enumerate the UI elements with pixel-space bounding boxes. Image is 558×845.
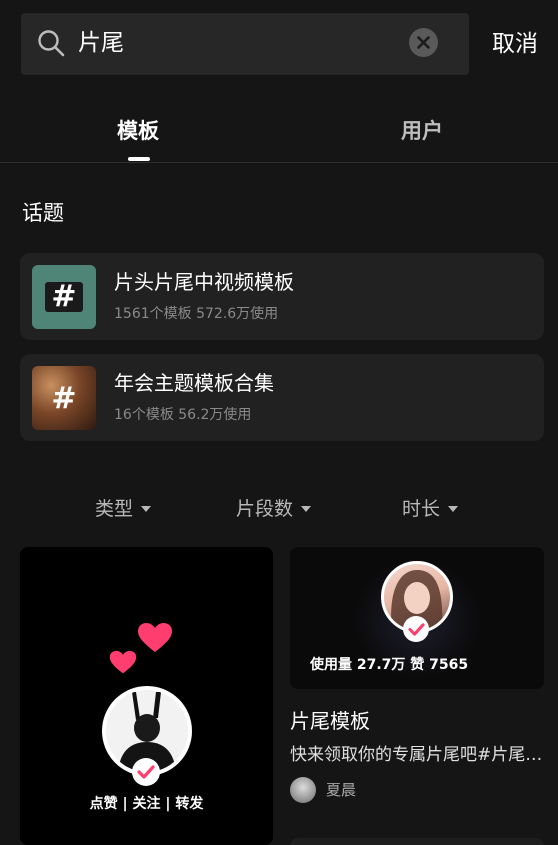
- tab-users[interactable]: 用户: [401, 116, 443, 146]
- heart-icon: [138, 623, 172, 652]
- topic-meta: 1561个模板 572.6万使用: [114, 306, 279, 322]
- section-title-topics: 话题: [22, 201, 64, 225]
- tab-templates[interactable]: 模板: [117, 116, 159, 146]
- check-icon: [132, 758, 160, 786]
- filter-type-dropdown[interactable]: 类型: [95, 495, 152, 523]
- caret-down-icon: [301, 506, 312, 512]
- usage-stats: 使用量 27.7万 赞 7565: [310, 657, 469, 673]
- check-icon: [403, 616, 429, 642]
- cancel-button[interactable]: 取消: [492, 28, 538, 60]
- topic-card[interactable]: # 年会主题模板合集 16个模板 56.2万使用: [20, 354, 544, 441]
- active-tab-indicator: [128, 157, 150, 161]
- divider: [0, 162, 558, 163]
- filter-label: 类型: [95, 498, 134, 520]
- hashtag-icon: #: [32, 265, 96, 329]
- caret-down-icon: [448, 506, 459, 512]
- search-query-text[interactable]: 片尾: [78, 28, 124, 58]
- search-icon: [38, 30, 65, 57]
- author-avatar[interactable]: [290, 777, 316, 803]
- hashtag-icon: #: [51, 380, 77, 416]
- caret-down-icon: [141, 506, 152, 512]
- template-description: 快来领取你的专属片尾吧#片尾#关注: [290, 745, 546, 765]
- filter-segments-dropdown[interactable]: 片段数: [236, 495, 312, 523]
- topic-card[interactable]: # 片头片尾中视频模板 1561个模板 572.6万使用: [20, 253, 544, 340]
- topic-title: 片头片尾中视频模板: [114, 270, 294, 294]
- template-caption: 点赞 | 关注 | 转发: [89, 796, 204, 812]
- template-card-thumbnail[interactable]: 使用量 27.7万 赞 7565: [290, 547, 544, 689]
- topic-thumbnail: #: [32, 366, 96, 430]
- filter-label: 时长: [402, 498, 441, 520]
- filter-label: 片段数: [236, 498, 294, 520]
- search-results-page: 片尾 取消 模板 用户 话题 # 片头片尾中视频模板 1561个模板 572.6…: [0, 0, 558, 845]
- template-card[interactable]: [290, 838, 544, 845]
- author-name[interactable]: 夏晨: [326, 779, 356, 801]
- topic-thumbnail: #: [32, 265, 96, 329]
- topic-meta: 16个模板 56.2万使用: [114, 407, 252, 423]
- template-title[interactable]: 片尾模板: [290, 707, 370, 735]
- heart-icon: [109, 650, 137, 674]
- template-card[interactable]: 点赞 | 关注 | 转发: [20, 547, 273, 845]
- topic-title: 年会主题模板合集: [114, 371, 274, 395]
- clear-search-button[interactable]: [409, 28, 438, 57]
- close-icon: [417, 36, 430, 49]
- filter-duration-dropdown[interactable]: 时长: [402, 495, 459, 523]
